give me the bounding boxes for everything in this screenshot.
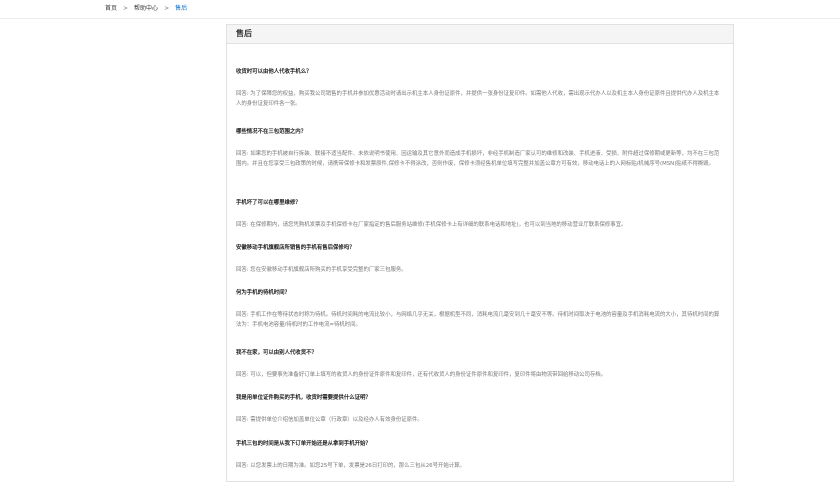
breadcrumb-home-link[interactable]: 首页: [105, 5, 117, 12]
faq-question: 收货时可以由他人代收手机么？: [236, 69, 312, 75]
breadcrumb-help-link[interactable]: 帮助中心: [134, 5, 158, 12]
faq-question: 哪些情况不在三包范围之内？: [236, 129, 307, 135]
faq-answer: 回答: 如果您的手机被自行拆装、联接不适当配件、未依说明书使用、因运输及其它意外…: [236, 151, 720, 167]
faq-answer: 回答: 可以，但要事先准备好订单上填写的收货人的身份证件原件和复印件，还有代收货…: [236, 372, 607, 378]
faq-answer: 回答: 您在安徽移动手机旗舰店所购买的手机享受完整的厂家三包服务。: [236, 267, 407, 273]
after-sales-panel: 售后 收货时可以由他人代收手机么？ 回答: 为了保障您的权益，购买我公司销售的手…: [226, 24, 734, 482]
faq-question: 手机坏了可以在哪里维修？: [236, 200, 301, 206]
faq-answer: 回答: 为了保障您的权益，购买我公司销售的手机并参加优惠活动时请出示机主本人身份…: [236, 91, 720, 107]
faq-answer: 回答: 手机工作在等待状态时称为待机。待机时间耗的电流比较小，与网络几乎无关，根…: [236, 312, 720, 328]
breadcrumb: 首页 > 帮助中心 > 售后: [105, 4, 187, 13]
faq-question: 何为手机的待机时间？: [236, 290, 290, 296]
faq-answer: 回答: 在保修期内，请您凭购机发票及手机保修卡在厂家指定的售后服务站维修(手机保…: [236, 222, 627, 228]
faq-answer: 回答: 以您发票上的日期为准。如您25号下单，发票是26日打印的，那么三包从26…: [236, 463, 465, 469]
faq-question: 手机三包的时间是从我下订单开始还是从拿到手机开始？: [236, 441, 371, 447]
top-bar: 首页 > 帮助中心 > 售后: [0, 0, 840, 19]
faq-question: 我是用单位证件购买的手机，收货时需要提供什么证明？: [236, 395, 371, 401]
breadcrumb-separator: >: [164, 5, 170, 12]
breadcrumb-current: 售后: [175, 5, 188, 12]
panel-title: 售后: [227, 25, 733, 44]
faq-answer: 回答: 需提供单位介绍信加盖单位公章（行政章）以及经办人有效身份证原件。: [236, 417, 423, 423]
faq-question: 安徽移动手机旗舰店所销售的手机有售后保修吗？: [236, 245, 355, 251]
breadcrumb-separator: >: [123, 5, 129, 12]
faq-question: 我不在家，可以由别人代收货不？: [236, 350, 317, 356]
